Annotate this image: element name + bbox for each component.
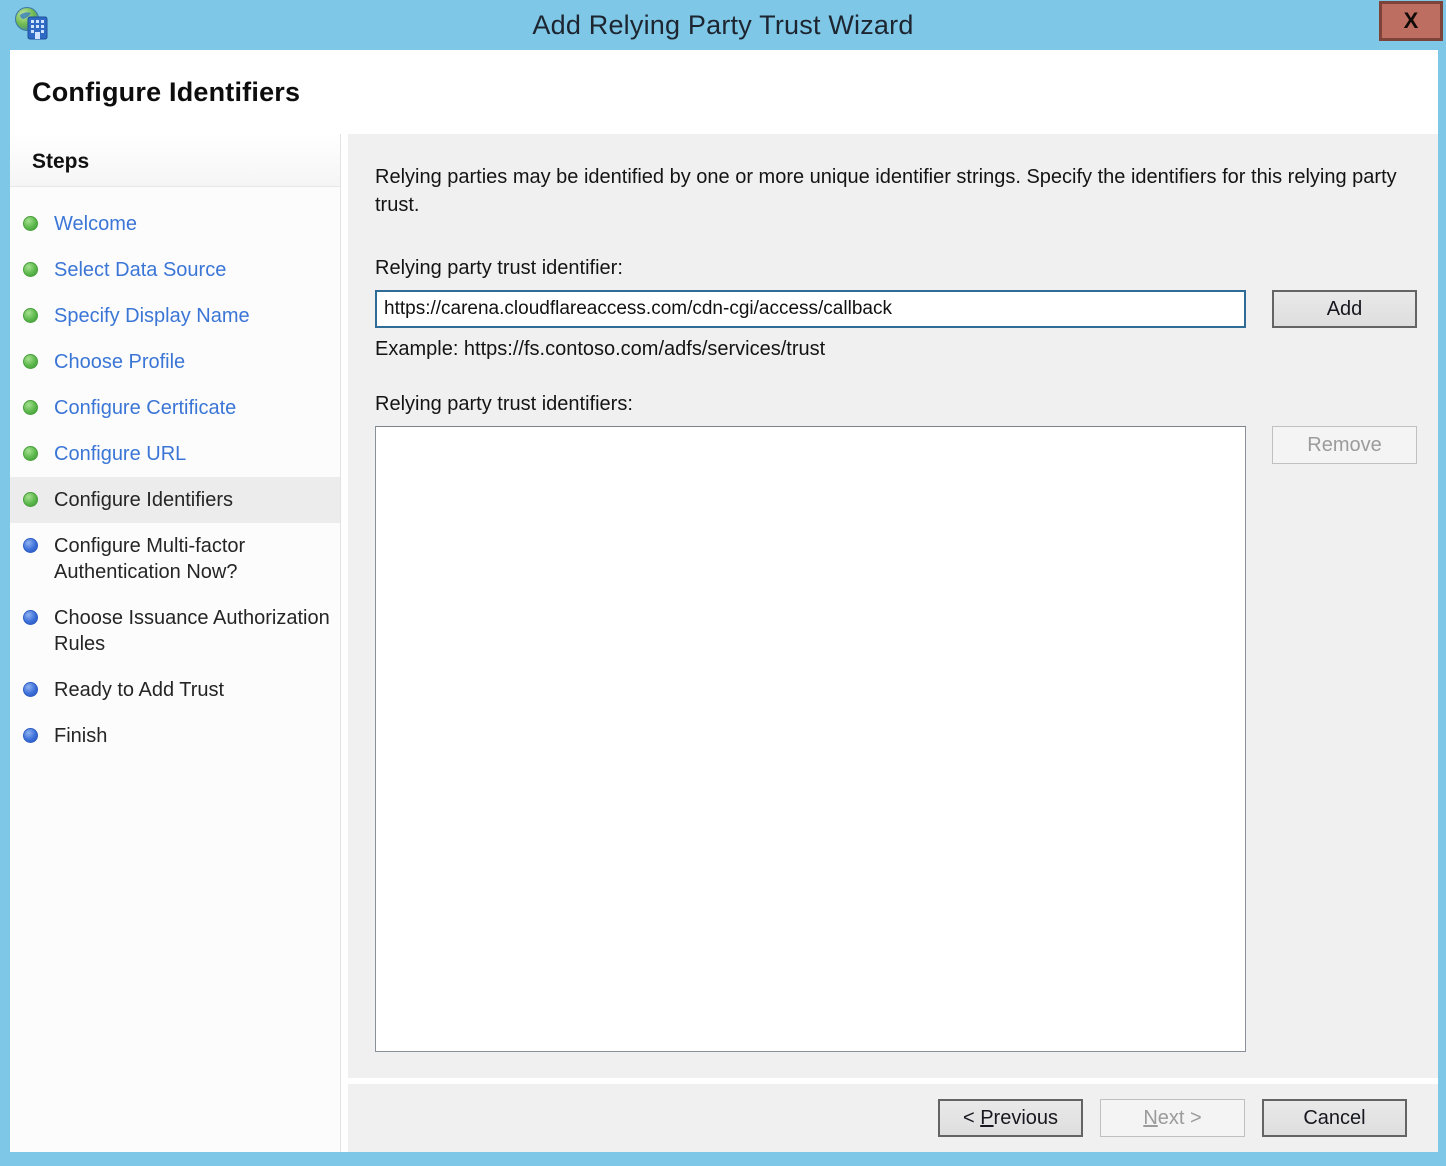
wizard-window: Add Relying Party Trust Wizard X Configu… (0, 0, 1446, 1166)
identifiers-listbox[interactable] (375, 426, 1246, 1052)
close-button[interactable]: X (1379, 1, 1443, 41)
identifiers-list-label: Relying party trust identifiers: (375, 393, 1438, 416)
window-border-left (0, 50, 10, 1166)
sidebar-item-choose-profile[interactable]: Choose Profile (10, 339, 340, 385)
content-panel: Relying parties may be identified by one… (348, 134, 1438, 1078)
steps-list: Welcome Select Data Source Specify Displ… (10, 187, 340, 759)
step-label: Choose Profile (54, 349, 185, 375)
titlebar: Add Relying Party Trust Wizard X (0, 0, 1446, 50)
page-description: Relying parties may be identified by one… (375, 163, 1400, 219)
sidebar-item-configure-identifiers: Configure Identifiers (10, 477, 340, 523)
step-label: Configure Multi-factor Authentication No… (54, 533, 330, 585)
cancel-button[interactable]: Cancel (1262, 1099, 1407, 1137)
identifier-label: Relying party trust identifier: (375, 257, 1438, 280)
window-title: Add Relying Party Trust Wizard (0, 10, 1446, 41)
step-done-icon (23, 400, 38, 415)
sidebar-item-configure-url[interactable]: Configure URL (10, 431, 340, 477)
step-label: Finish (54, 723, 107, 749)
sidebar-item-welcome[interactable]: Welcome (10, 201, 340, 247)
window-border-bottom (0, 1152, 1446, 1166)
step-label: Select Data Source (54, 257, 226, 283)
steps-panel: Steps Welcome Select Data Source Specify… (10, 134, 341, 1152)
step-label: Configure Identifiers (54, 487, 233, 513)
step-upcoming-icon (23, 610, 38, 625)
step-done-icon (23, 308, 38, 323)
steps-title: Steps (10, 134, 340, 187)
step-label: Configure Certificate (54, 395, 236, 421)
step-label: Choose Issuance Authorization Rules (54, 605, 330, 657)
sidebar-item-specify-display-name[interactable]: Specify Display Name (10, 293, 340, 339)
step-label: Ready to Add Trust (54, 677, 224, 703)
step-upcoming-icon (23, 538, 38, 553)
step-label: Specify Display Name (54, 303, 250, 329)
previous-button[interactable]: < Previous (938, 1099, 1083, 1137)
step-upcoming-icon (23, 682, 38, 697)
next-button[interactable]: Next > (1100, 1099, 1245, 1137)
add-button[interactable]: Add (1272, 290, 1417, 328)
step-label: Welcome (54, 211, 137, 237)
step-upcoming-icon (23, 728, 38, 743)
step-done-icon (23, 262, 38, 277)
sidebar-item-finish: Finish (10, 713, 340, 759)
adfs-wizard-icon (14, 6, 52, 44)
step-done-icon (23, 354, 38, 369)
example-text: Example: https://fs.contoso.com/adfs/ser… (375, 338, 1438, 361)
remove-button[interactable]: Remove (1272, 426, 1417, 464)
sidebar-item-ready-to-add-trust: Ready to Add Trust (10, 667, 340, 713)
sidebar-item-configure-multifactor: Configure Multi-factor Authentication No… (10, 523, 340, 595)
sidebar-item-select-data-source[interactable]: Select Data Source (10, 247, 340, 293)
step-done-icon (23, 446, 38, 461)
relying-party-identifier-input[interactable] (375, 290, 1246, 328)
step-done-icon (23, 216, 38, 231)
page-title: Configure Identifiers (32, 77, 300, 108)
wizard-footer: < Previous Next > Cancel (348, 1084, 1438, 1152)
step-current-icon (23, 492, 38, 507)
page-header: Configure Identifiers (10, 50, 1438, 134)
sidebar-item-choose-issuance-rules: Choose Issuance Authorization Rules (10, 595, 340, 667)
step-label: Configure URL (54, 441, 186, 467)
window-border-right (1438, 50, 1446, 1166)
sidebar-item-configure-certificate[interactable]: Configure Certificate (10, 385, 340, 431)
